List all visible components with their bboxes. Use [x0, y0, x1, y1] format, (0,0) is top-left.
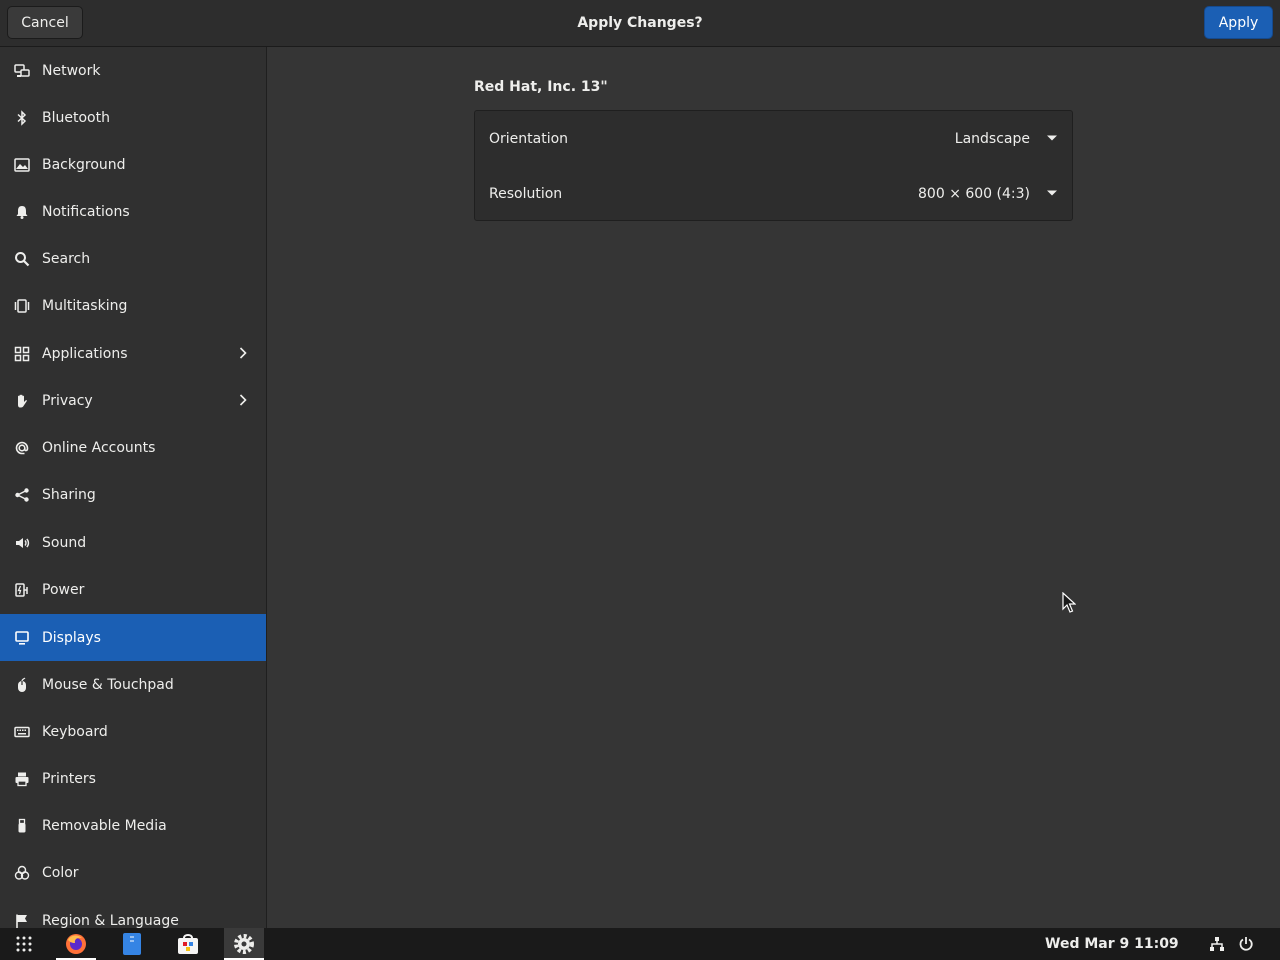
power-plug-icon — [13, 581, 30, 598]
display-settings-card: Orientation Landscape Resolution 800 × 6… — [474, 110, 1073, 221]
keyboard-icon — [13, 723, 30, 740]
search-icon — [13, 250, 30, 267]
dialog-title: Apply Changes? — [577, 15, 703, 31]
sidebar-item-sharing[interactable]: Sharing — [0, 471, 266, 518]
header-bar: Cancel Apply Changes? Apply — [0, 0, 1280, 47]
orientation-dropdown[interactable]: Landscape — [955, 131, 1030, 147]
mouse-icon — [13, 676, 30, 693]
power-icon — [1239, 937, 1253, 951]
settings-button[interactable] — [224, 928, 264, 960]
software-button[interactable] — [168, 928, 208, 960]
sidebar-item-region-language[interactable]: Region & Language — [0, 897, 266, 929]
sidebar-item-bluetooth[interactable]: Bluetooth — [0, 94, 266, 141]
dropdown-arrow-icon[interactable] — [1046, 133, 1058, 143]
firefox-button[interactable] — [56, 928, 96, 960]
sidebar-item-multitasking[interactable]: Multitasking — [0, 282, 266, 329]
sidebar-item-mouse-touchpad[interactable]: Mouse & Touchpad — [0, 661, 266, 708]
color-icon — [13, 864, 30, 881]
sidebar-item-label: Sharing — [42, 486, 96, 503]
sidebar-item-label: Power — [42, 581, 85, 598]
monitor-name: Red Hat, Inc. 13" — [474, 79, 608, 95]
sidebar-item-label: Bluetooth — [42, 109, 110, 126]
sidebar-item-search[interactable]: Search — [0, 235, 266, 282]
cancel-button[interactable]: Cancel — [7, 6, 83, 39]
firefox-icon — [66, 934, 86, 954]
dropdown-arrow-icon[interactable] — [1046, 188, 1058, 198]
power-menu-button[interactable] — [1234, 928, 1258, 960]
sidebar-item-online-accounts[interactable]: Online Accounts — [0, 424, 266, 471]
resolution-row[interactable]: Resolution 800 × 600 (4:3) — [475, 166, 1072, 221]
sidebar-item-label: Region & Language — [42, 912, 179, 929]
sidebar-item-label: Multitasking — [42, 297, 128, 314]
sidebar-item-label: Search — [42, 250, 91, 267]
apply-button[interactable]: Apply — [1204, 6, 1273, 39]
sidebar-item-sound[interactable]: Sound — [0, 519, 266, 566]
sidebar-item-label: Color — [42, 864, 79, 881]
resolution-label: Resolution — [489, 185, 563, 202]
applications-icon — [13, 345, 30, 362]
multitasking-icon — [13, 297, 30, 314]
sidebar-item-network[interactable]: Network — [0, 47, 266, 94]
orientation-row[interactable]: Orientation Landscape — [475, 111, 1072, 166]
sidebar-item-color[interactable]: Color — [0, 849, 266, 896]
hand-icon — [13, 392, 30, 409]
app-grid-icon — [16, 936, 32, 952]
wired-network-icon — [1210, 937, 1224, 951]
sidebar-item-keyboard[interactable]: Keyboard — [0, 708, 266, 755]
chevron-right-icon — [239, 394, 247, 406]
sidebar: Network Bluetooth Background Notificatio… — [0, 47, 267, 928]
flag-icon — [13, 912, 30, 928]
sidebar-item-background[interactable]: Background — [0, 141, 266, 188]
files-button[interactable] — [112, 928, 152, 960]
settings-icon — [234, 934, 254, 954]
sidebar-item-label: Privacy — [42, 392, 93, 409]
printer-icon — [13, 770, 30, 787]
sidebar-item-label: Sound — [42, 534, 87, 551]
sidebar-item-label: Notifications — [42, 203, 130, 220]
sidebar-item-applications[interactable]: Applications — [0, 330, 266, 377]
network-icon — [13, 62, 30, 79]
clock[interactable]: Wed Mar 9 11:09 — [1045, 928, 1179, 960]
displays-panel: Red Hat, Inc. 13" Orientation Landscape … — [268, 47, 1280, 928]
bluetooth-icon — [13, 109, 30, 126]
resolution-dropdown[interactable]: 800 × 600 (4:3) — [918, 186, 1030, 202]
speaker-icon — [13, 534, 30, 551]
sidebar-item-label: Keyboard — [42, 723, 108, 740]
sidebar-item-notifications[interactable]: Notifications — [0, 188, 266, 235]
app-grid-button[interactable] — [4, 928, 44, 960]
bell-icon — [13, 203, 30, 220]
display-icon — [13, 629, 30, 646]
sidebar-item-label: Mouse & Touchpad — [42, 676, 174, 693]
software-icon — [178, 934, 198, 954]
chevron-right-icon — [239, 347, 247, 359]
sidebar-item-power[interactable]: Power — [0, 566, 266, 613]
sidebar-item-label: Applications — [42, 345, 128, 362]
sidebar-item-removable-media[interactable]: Removable Media — [0, 802, 266, 849]
taskbar: Wed Mar 9 11:09 — [0, 928, 1280, 960]
sidebar-item-label: Online Accounts — [42, 439, 156, 456]
sidebar-item-printers[interactable]: Printers — [0, 755, 266, 802]
network-status-button[interactable] — [1205, 928, 1229, 960]
sidebar-item-displays[interactable]: Displays — [0, 614, 266, 661]
sidebar-item-label: Printers — [42, 770, 96, 787]
orientation-label: Orientation — [489, 130, 569, 147]
sidebar-item-privacy[interactable]: Privacy — [0, 377, 266, 424]
sidebar-item-label: Removable Media — [42, 817, 167, 834]
sidebar-item-label: Network — [42, 62, 101, 79]
files-icon — [123, 933, 141, 955]
usb-icon — [13, 817, 30, 834]
background-icon — [13, 156, 30, 173]
sidebar-item-label: Displays — [42, 629, 101, 646]
share-icon — [13, 486, 30, 503]
sidebar-item-label: Background — [42, 156, 126, 173]
mouse-cursor-icon — [1062, 592, 1076, 613]
at-icon — [13, 439, 30, 456]
